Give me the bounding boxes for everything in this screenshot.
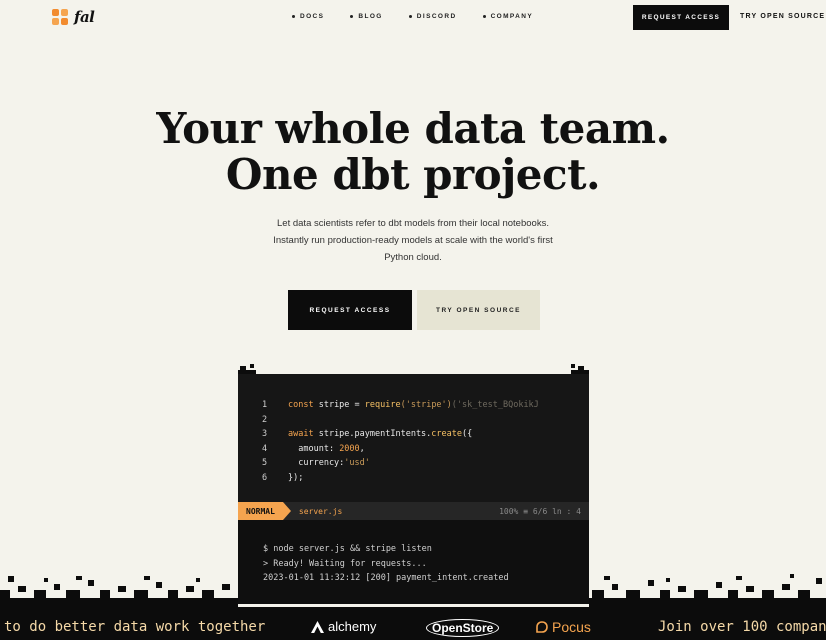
- code-line: 6 });: [238, 471, 589, 486]
- code-line: 1 const stripe = require('stripe')('sk_t…: [238, 398, 589, 413]
- editor-mode-badge: NORMAL: [238, 502, 291, 520]
- line-number: 6: [262, 472, 268, 483]
- logo-marquee: to do better data work together alchemy …: [0, 607, 826, 640]
- marquee-text-left: to do better data work together: [4, 619, 266, 635]
- pocus-logo-icon: [536, 621, 548, 633]
- fal-logo-icon: [52, 9, 68, 25]
- brand-pocus: Pocus: [536, 619, 591, 635]
- terminal-line: $ node server.js && stripe listen: [263, 544, 432, 554]
- nav-try-open-source-link[interactable]: TRY OPEN SOURCE: [740, 13, 825, 20]
- code-area: 1 const stripe = require('stripe')('sk_t…: [238, 398, 589, 485]
- line-number: 3: [262, 429, 268, 440]
- logo-text: fal: [74, 8, 95, 26]
- hero-subtitle: Let data scientists refer to dbt models …: [273, 218, 553, 263]
- logo[interactable]: fal: [52, 8, 95, 26]
- nav-link-company[interactable]: COMPANY: [483, 13, 534, 20]
- hero-title-line-1: Your whole data team.: [156, 104, 670, 153]
- nav-link-discord[interactable]: DISCORD: [409, 13, 457, 20]
- line-number: 2: [262, 414, 268, 425]
- code-line: 5 currency:'usd': [238, 456, 589, 471]
- terminal-line: > Ready! Waiting for requests...: [263, 558, 427, 569]
- alchemy-logo-icon: [311, 620, 324, 633]
- code-line: 3 await stripe.paymentIntents.create({: [238, 427, 589, 442]
- code-editor-demo: 1 const stripe = require('stripe')('sk_t…: [238, 374, 589, 604]
- line-number: 4: [262, 443, 268, 454]
- nav-links: DOCS BLOG DISCORD COMPANY: [292, 13, 533, 20]
- line-number: 5: [262, 458, 268, 469]
- code-line: 2: [238, 413, 589, 428]
- brand-openstore: OpenStore: [426, 619, 500, 637]
- marquee-text-right: Join over 100 compan: [658, 619, 826, 635]
- terminal-line: 2023-01-01 11:32:12 [200] payment_intent…: [263, 573, 509, 583]
- editor-status-bar: NORMAL server.js 100% ≡ 6/6 ln : 4: [238, 502, 589, 520]
- hero-title-line-2: One dbt project.: [225, 150, 601, 199]
- line-number: 1: [262, 400, 268, 411]
- terminal-output: $ node server.js && stripe listen > Read…: [238, 520, 589, 604]
- top-nav: fal DOCS BLOG DISCORD COMPANY REQUEST AC…: [0, 0, 826, 34]
- brand-alchemy: alchemy: [311, 619, 376, 634]
- nav-link-blog[interactable]: BLOG: [350, 13, 382, 20]
- editor-filename: server.js: [298, 506, 343, 516]
- nav-link-docs[interactable]: DOCS: [292, 13, 324, 20]
- hero-try-open-source-button[interactable]: TRY OPEN SOURCE: [417, 290, 540, 330]
- hero-request-access-button[interactable]: REQUEST ACCESS: [288, 290, 412, 330]
- editor-cursor-position: 100% ≡ 6/6 ln : 4: [499, 506, 581, 516]
- hero-title: Your whole data team. One dbt project.: [0, 106, 826, 198]
- code-line: 4 amount: 2000,: [238, 442, 589, 457]
- nav-request-access-button[interactable]: REQUEST ACCESS: [633, 5, 729, 30]
